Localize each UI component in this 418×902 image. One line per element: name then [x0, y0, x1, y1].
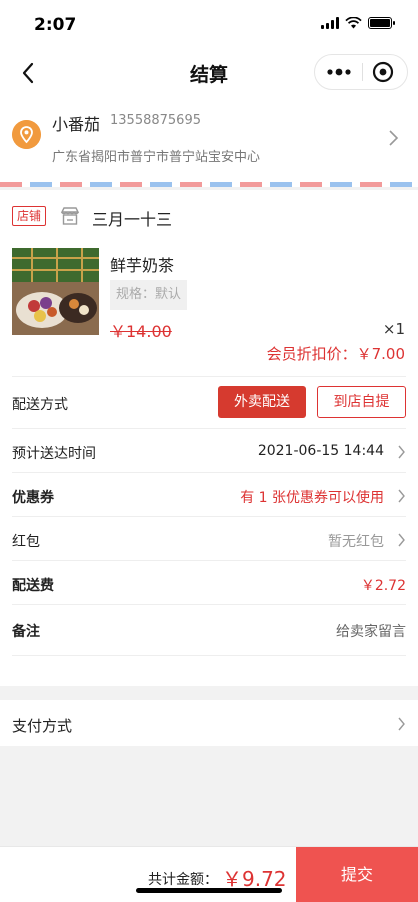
product-name: 鲜芋奶茶	[110, 256, 175, 275]
redpacket-row[interactable]: 红包 暂无红包	[12, 516, 406, 560]
status-time: 2:07	[34, 15, 77, 35]
delivery-option-button[interactable]: 外卖配送	[218, 386, 306, 418]
redpacket-value: 暂无红包	[328, 534, 384, 550]
product-quantity: ×1	[382, 320, 405, 338]
chevron-right-icon	[398, 717, 405, 731]
note-label: 备注	[12, 624, 40, 640]
product-spec: 规格：默认	[110, 280, 188, 310]
receiver-phone: 13558875695	[110, 113, 201, 128]
status-icons	[321, 17, 395, 29]
close-target-icon[interactable]	[361, 55, 407, 89]
status-bar: 2:07	[0, 0, 418, 48]
chevron-right-icon	[398, 489, 405, 503]
eta-value: 2021-06-15 14:44	[257, 443, 384, 459]
delivery-method-row: 配送方式 外卖配送 到店自提	[12, 376, 406, 428]
payment-method-row[interactable]: 支付方式	[0, 700, 418, 746]
coupon-row[interactable]: 优惠券 有 1 张优惠券可以使用	[12, 472, 406, 516]
product-image	[12, 248, 99, 335]
payment-method-label: 支付方式	[12, 717, 73, 735]
delivery-method-label: 配送方式	[12, 397, 68, 413]
more-icon[interactable]	[315, 55, 362, 89]
eta-label: 预计送达时间	[12, 446, 96, 462]
store-name: 三月一十三	[92, 210, 173, 229]
wifi-icon	[345, 17, 362, 29]
pickup-option-button[interactable]: 到店自提	[317, 386, 406, 418]
coupon-label: 优惠券	[12, 490, 54, 506]
home-indicator	[136, 888, 282, 893]
checkout-footer: 共计金额： ￥9.72 提交	[0, 846, 418, 902]
total-label: 共计金额：	[148, 872, 218, 888]
nav-bar: 结算	[0, 48, 418, 98]
order-card: 店铺 三月一十三 鲜芋奶茶 规格：默认 ￥14.00 ×1 会员折扣价：￥7.0…	[0, 190, 418, 686]
store-tag: 店铺	[12, 206, 47, 226]
original-price: ￥14.00	[110, 322, 172, 341]
delivery-fee-label: 配送费	[12, 578, 54, 594]
receiver-address: 广东省揭阳市普宁市普宁站宝安中心	[52, 150, 261, 165]
address-card[interactable]: 小番茄 13558875695 广东省揭阳市普宁市普宁站宝安中心	[0, 98, 418, 182]
chevron-right-icon	[398, 533, 405, 547]
note-input[interactable]: 给卖家留言	[336, 621, 406, 641]
store-icon	[60, 207, 80, 225]
chevron-right-icon	[398, 445, 405, 459]
signal-icon	[321, 17, 339, 29]
location-pin-icon	[12, 120, 41, 149]
mini-program-capsule	[314, 54, 408, 90]
receiver-name: 小番茄	[52, 115, 101, 134]
submit-button[interactable]: 提交	[296, 847, 418, 902]
coupon-value: 有 1 张优惠券可以使用	[240, 490, 384, 506]
chevron-right-icon	[389, 130, 399, 146]
delivery-fee-value: ￥2.72	[360, 578, 406, 594]
member-price: 会员折扣价：￥7.00	[266, 345, 405, 363]
note-row[interactable]: 备注 给卖家留言	[12, 604, 406, 656]
address-envelope-border	[0, 182, 418, 187]
battery-icon	[368, 17, 395, 29]
eta-row[interactable]: 预计送达时间 2021-06-15 14:44	[12, 428, 406, 472]
redpacket-label: 红包	[12, 534, 40, 550]
delivery-fee-row: 配送费 ￥2.72	[12, 560, 406, 604]
